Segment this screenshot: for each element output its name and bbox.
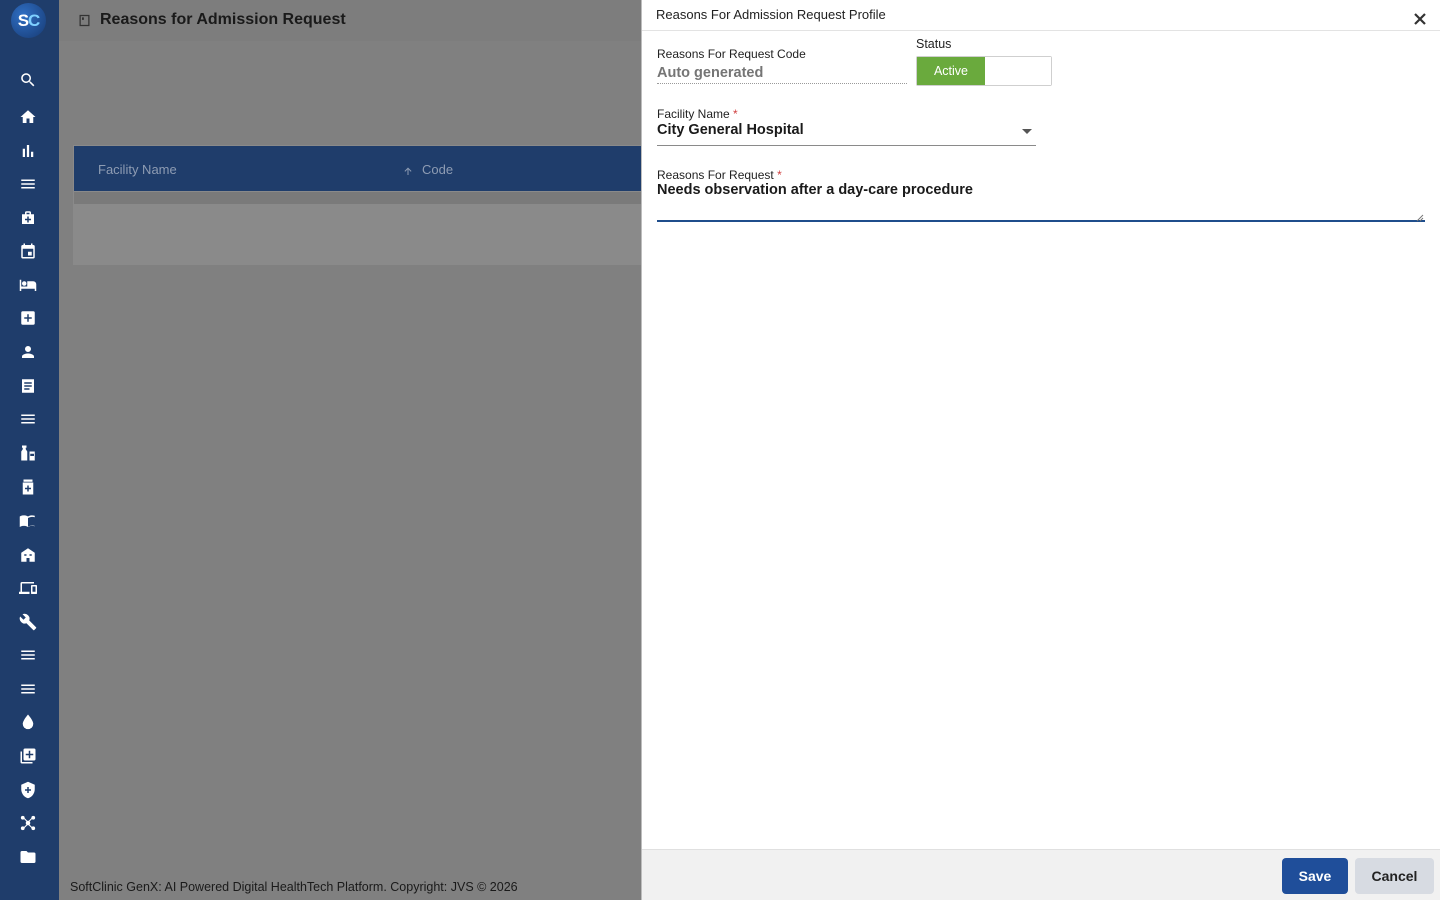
building-icon[interactable]	[17, 544, 39, 566]
reason-label-text: Reasons For Request	[657, 168, 774, 182]
facility-label: Facility Name *	[657, 107, 738, 121]
facility-label-text: Facility Name	[657, 107, 730, 121]
sidebar: SC	[0, 0, 59, 900]
code-input[interactable]	[657, 62, 907, 84]
drawer-title: Reasons For Admission Request Profile	[656, 7, 886, 22]
menu-icon[interactable]	[17, 408, 39, 430]
status-toggle[interactable]: Active	[916, 56, 1052, 86]
menu-icon[interactable]	[17, 678, 39, 700]
status-label: Status	[916, 37, 952, 51]
wrench-icon[interactable]	[17, 611, 39, 633]
medical-cross-icon[interactable]	[17, 307, 39, 329]
medical-kit-icon[interactable]	[17, 207, 39, 229]
cancel-button[interactable]: Cancel	[1355, 858, 1434, 894]
blood-drop-icon[interactable]	[17, 711, 39, 733]
network-icon[interactable]	[17, 812, 39, 834]
book-icon[interactable]	[17, 510, 39, 532]
bed-icon[interactable]	[17, 274, 39, 296]
column-header-code[interactable]: Code	[422, 162, 453, 177]
data-table: Facility Name Code	[73, 145, 673, 265]
save-button[interactable]: Save	[1282, 858, 1348, 894]
status-active-option[interactable]: Active	[917, 57, 985, 85]
folder-icon[interactable]	[17, 846, 39, 868]
chevron-down-icon[interactable]	[1022, 129, 1032, 134]
facility-select[interactable]: City General Hospital	[657, 120, 1036, 146]
table-header: Facility Name Code	[74, 146, 672, 191]
code-label: Reasons For Request Code	[657, 47, 806, 61]
home-icon[interactable]	[17, 106, 39, 128]
resize-handle-icon[interactable]	[1416, 209, 1424, 222]
required-mark: *	[733, 107, 738, 121]
pharmacy-icon[interactable]	[17, 476, 39, 498]
drawer-header: Reasons For Admission Request Profile	[642, 0, 1440, 31]
footer-copyright: SoftClinic GenX: AI Powered Digital Heal…	[70, 880, 518, 894]
menu-icon[interactable]	[17, 644, 39, 666]
reason-textarea[interactable]: Needs observation after a day-care proce…	[657, 182, 1425, 220]
facility-selected-value: City General Hospital	[657, 122, 804, 138]
app-logo[interactable]: SC	[11, 3, 46, 38]
close-icon[interactable]	[1414, 12, 1426, 25]
table-row	[74, 192, 672, 204]
devices-icon[interactable]	[17, 577, 39, 599]
logo-letter-c: C	[28, 10, 40, 30]
profile-drawer: Reasons For Admission Request Profile Re…	[641, 0, 1440, 900]
shield-icon[interactable]	[17, 779, 39, 801]
column-header-facility-name[interactable]: Facility Name	[98, 162, 177, 177]
status-inactive-option[interactable]	[985, 57, 1051, 85]
page-icon	[77, 13, 92, 28]
add-library-icon[interactable]	[17, 745, 39, 767]
sort-arrow-up-icon[interactable]	[402, 164, 414, 176]
calendar-icon[interactable]	[17, 240, 39, 262]
drawer-footer: Save Cancel	[642, 849, 1440, 900]
bar-chart-icon[interactable]	[17, 140, 39, 162]
required-mark: *	[777, 168, 782, 182]
reason-label: Reasons For Request *	[657, 168, 782, 182]
medication-icon[interactable]	[17, 442, 39, 464]
menu-icon[interactable]	[17, 173, 39, 195]
person-icon[interactable]	[17, 341, 39, 363]
document-icon[interactable]	[17, 375, 39, 397]
logo-letter-s: S	[17, 10, 29, 30]
search-icon[interactable]	[17, 69, 39, 91]
page-title: Reasons for Admission Request	[100, 11, 346, 28]
reason-field: Needs observation after a day-care proce…	[657, 182, 1425, 222]
